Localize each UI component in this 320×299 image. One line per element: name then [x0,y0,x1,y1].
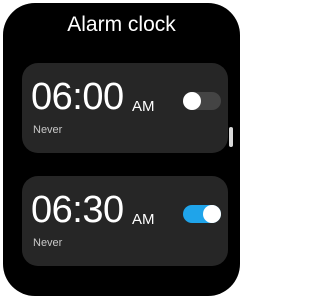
alarm-time: 06:30 [31,189,124,231]
watch-screen: Alarm clock 06:00 AM Never 06:30 AM Neve… [3,3,240,296]
scrollbar[interactable] [229,127,233,147]
page-title: Alarm clock [67,13,176,36]
alarm-toggle[interactable] [183,205,221,223]
alarm-toggle[interactable] [183,92,221,110]
alarm-period: AM [132,98,155,115]
toggle-knob [183,92,201,110]
toggle-knob [203,205,221,223]
alarm-card-0630[interactable]: 06:30 AM Never [22,176,228,266]
alarm-period: AM [132,211,155,228]
alarm-time: 06:00 [31,76,124,118]
alarm-repeat: Never [33,237,63,249]
alarm-repeat: Never [33,124,63,136]
alarm-card-0600[interactable]: 06:00 AM Never [22,63,228,153]
